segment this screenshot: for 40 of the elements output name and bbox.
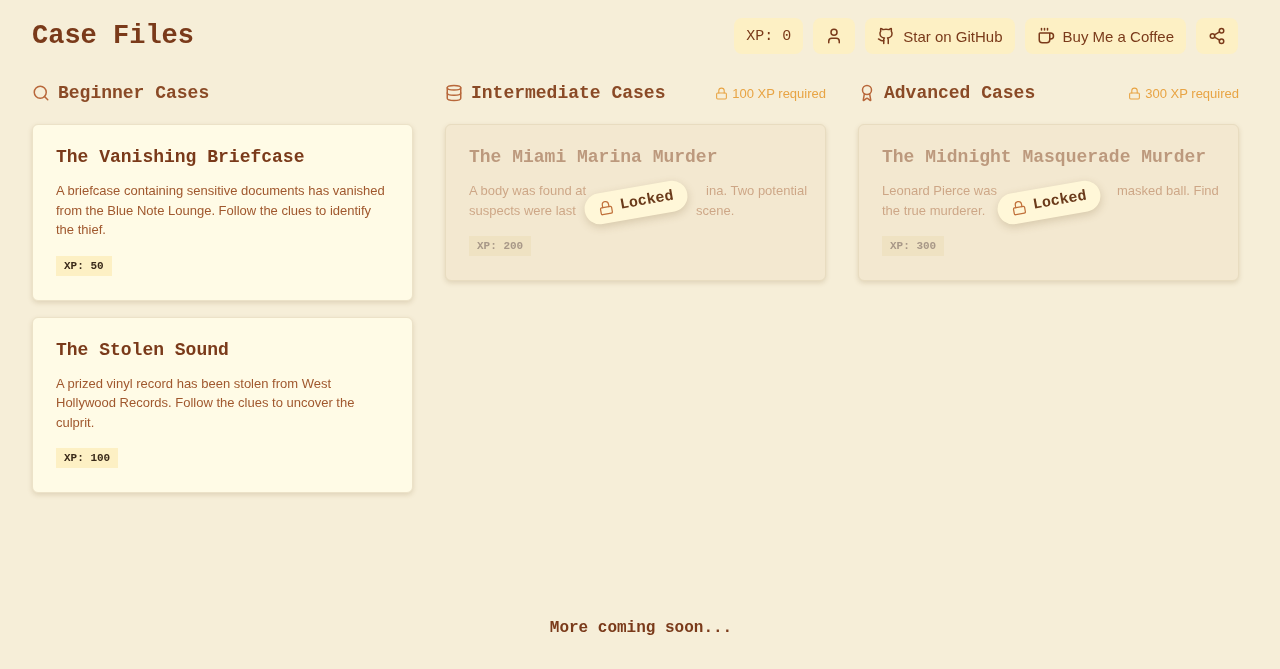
case-title: The Midnight Masquerade Murder <box>882 147 1208 167</box>
xp-requirement: 100 XP required <box>732 85 826 101</box>
xp-reward: XP: 100 <box>56 448 119 468</box>
github-button[interactable]: Star on GitHub <box>865 18 1015 54</box>
github-icon <box>877 27 896 45</box>
coffee-cup-icon <box>1036 27 1055 45</box>
xp-requirement: 300 XP required <box>1145 85 1239 101</box>
page-title: Case Files <box>32 21 195 51</box>
case-description: A briefcase containing sensitive documents has vanished from the Blue Note Lounge. Follow the clues to identify the thief. <box>56 182 386 239</box>
coffee-button[interactable]: Buy Me a Coffee <box>1024 18 1186 54</box>
case-description: the true murderer. <box>882 201 986 220</box>
section-title: Advanced Cases <box>884 83 1036 103</box>
locked-badge: Locked <box>995 178 1103 227</box>
coming-soon-text: More coming soon... <box>549 619 733 637</box>
case-description: masked ball. Find <box>1116 182 1219 200</box>
xp-reward: XP: 50 <box>56 255 112 276</box>
case-card[interactable]: The Midnight Masquerade Murder Leonard Pierce was masked ball. Find the true murderer. XP: 300 Locked <box>858 124 1239 281</box>
case-title: The Stolen Sound <box>56 339 230 360</box>
xp-counter: XP: 0 <box>734 18 804 54</box>
case-card[interactable]: The Miami Marina Murder A body was found at ina. Two potential suspects were last scene. XP: 200 Locked <box>445 124 826 281</box>
lock-icon <box>597 199 615 217</box>
xp-reward: XP: 200 <box>469 236 532 256</box>
database-icon <box>445 84 463 102</box>
section-title: Beginner Cases <box>58 83 210 103</box>
case-description: ina. Two potential <box>706 182 808 200</box>
profile-button[interactable] <box>813 18 856 54</box>
case-card[interactable]: The Vanishing Briefcase A briefcase containing sensitive documents has vanished from the Blue Note Lounge. Follow the clues to identify the thief. XP: 50 <box>32 124 413 301</box>
case-description: scene. <box>695 201 735 220</box>
case-description: suspects were last <box>469 201 576 220</box>
search-icon <box>32 84 50 102</box>
share-icon <box>1208 27 1226 45</box>
case-description: Leonard Pierce was <box>882 182 997 200</box>
case-title: The Miami Marina Murder <box>469 147 719 167</box>
case-description: A prized vinyl record has been stolen from West Hollywood Records. Follow the clues to uncover the culprit. <box>56 374 356 432</box>
lock-icon <box>1010 199 1028 217</box>
case-title: The Vanishing Briefcase <box>56 147 306 167</box>
share-button[interactable] <box>1196 18 1238 54</box>
section-title: Intermediate Cases <box>471 83 666 103</box>
case-card[interactable]: The Stolen Sound A prized vinyl record has been stolen from West Hollywood Records. Follow the clues to uncover the culprit. XP: 100 <box>32 316 413 493</box>
xp-reward: XP: 300 <box>882 236 945 256</box>
